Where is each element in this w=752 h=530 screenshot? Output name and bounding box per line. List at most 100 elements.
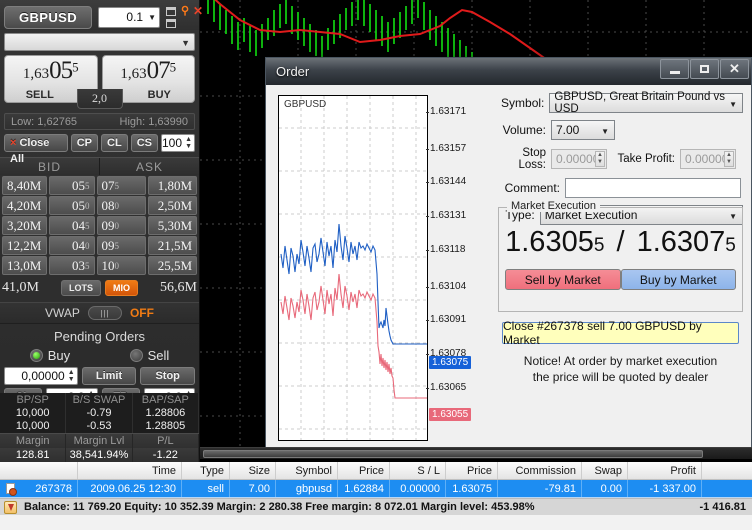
account-stats-footer: BP/SPB/S SWAPBAP/SAP 10,000-0.791.28806 … bbox=[0, 393, 199, 462]
bid-price[interactable]: 055 bbox=[49, 176, 94, 195]
cs-button[interactable]: CS bbox=[131, 134, 158, 152]
limit-button[interactable]: Limit bbox=[82, 367, 137, 385]
ask-price[interactable]: 080 bbox=[97, 196, 146, 215]
stat-header: BP/SP bbox=[0, 393, 66, 407]
column-header[interactable]: Time bbox=[78, 462, 182, 479]
ask-volume[interactable]: 1,80M bbox=[148, 176, 197, 195]
symbol-select[interactable]: GBPUSD, Great Britain Pound vs USD ▼ bbox=[549, 93, 743, 113]
window-icon-group: ⚲ ✕ bbox=[166, 6, 204, 29]
stepper-arrows-icon[interactable]: ▲▼ bbox=[185, 136, 192, 150]
lot-size-select[interactable]: 0.1 ▼ bbox=[98, 7, 160, 28]
ask-volume[interactable]: 21,5M bbox=[148, 236, 197, 255]
bid-volume[interactable]: 3,20M bbox=[2, 216, 47, 235]
sidebar-header: GBPUSD 0.1 ▼ ⚲ ✕ bbox=[0, 0, 199, 30]
scrollbar-thumb[interactable] bbox=[203, 450, 703, 458]
column-header[interactable]: Profit bbox=[628, 462, 702, 479]
column-header[interactable]: S / L bbox=[390, 462, 446, 479]
cascade-window-icon[interactable] bbox=[166, 19, 176, 28]
price-marker: 1.63075 bbox=[429, 356, 471, 369]
market-bid-main: 1.6305 bbox=[505, 226, 594, 258]
price-marker: 1.63055 bbox=[429, 408, 471, 421]
volume-select[interactable]: 7.00 ▼ bbox=[551, 120, 615, 140]
vwap-state: OFF bbox=[130, 306, 154, 320]
column-header[interactable] bbox=[0, 462, 78, 479]
column-header[interactable]: Price bbox=[446, 462, 498, 479]
instrument-dropdown[interactable]: ▼ bbox=[4, 33, 195, 51]
ask-price[interactable]: 090 bbox=[97, 216, 146, 235]
action-button-row: ×Close All CP CL CS 100 ▲▼ bbox=[4, 134, 195, 152]
bid-volume[interactable]: 12,2M bbox=[2, 236, 47, 255]
order-dialog-titlebar[interactable]: Order ✕ bbox=[266, 58, 751, 85]
volume-value: 7.00 bbox=[556, 123, 579, 137]
stop-button[interactable]: Stop bbox=[140, 367, 195, 385]
dom-row[interactable]: 3,20M0450905,30M bbox=[2, 216, 197, 235]
stepper-arrows-icon[interactable]: ▲▼ bbox=[68, 369, 75, 383]
column-header[interactable]: Symbol bbox=[276, 462, 338, 479]
stepper-arrows-icon[interactable]: ▲▼ bbox=[595, 151, 605, 167]
ask-price[interactable]: 095 bbox=[97, 236, 146, 255]
comment-field[interactable] bbox=[565, 178, 741, 198]
app-root: 3 Jan 2013 GBPUSD 0.1 ▼ ⚲ ✕ ▼ 1,63055 bbox=[0, 0, 752, 530]
axis-tick: 1.63065 bbox=[430, 382, 466, 393]
axis-tick: 1.63118 bbox=[430, 244, 465, 255]
column-header[interactable]: Commission bbox=[498, 462, 582, 479]
chevron-down-icon: ▼ bbox=[601, 127, 609, 136]
ask-price[interactable]: 100 bbox=[97, 256, 146, 275]
quantity-value: 100 bbox=[162, 136, 182, 150]
bid-volume[interactable]: 8,40M bbox=[2, 176, 47, 195]
ask-volume[interactable]: 2,50M bbox=[148, 196, 197, 215]
bid-price[interactable]: 035 bbox=[49, 256, 94, 275]
comment-row: Comment: bbox=[498, 178, 743, 198]
close-icon[interactable]: ✕ bbox=[192, 6, 204, 16]
column-header[interactable]: Price bbox=[338, 462, 390, 479]
terminal-header-row: TimeTypeSizeSymbolPriceS / LPriceCommiss… bbox=[0, 462, 752, 480]
column-header[interactable]: Type bbox=[182, 462, 230, 479]
column-header[interactable]: Swap bbox=[582, 462, 628, 479]
pin-icon[interactable]: ⚲ bbox=[179, 6, 191, 16]
pending-buy-radio[interactable]: Buy bbox=[30, 348, 70, 363]
quote-row: 1,63055 SELL 1,63075 BUY 2,0 bbox=[4, 55, 195, 103]
ask-price[interactable]: 075 bbox=[97, 176, 146, 195]
dom-row[interactable]: 13,0M03510025,5M bbox=[2, 256, 197, 275]
bid-price[interactable]: 045 bbox=[49, 216, 94, 235]
lots-toggle[interactable]: LOTS bbox=[61, 280, 101, 296]
dom-row[interactable]: 8,40M0550751,80M bbox=[2, 176, 197, 195]
bid-volume[interactable]: 13,0M bbox=[2, 256, 47, 275]
close-icon[interactable]: ✕ bbox=[720, 59, 749, 79]
dom-row[interactable]: 12,2M04009521,5M bbox=[2, 236, 197, 255]
table-cell: gbpusd bbox=[276, 480, 338, 497]
vwap-toggle[interactable]: ||| bbox=[88, 306, 122, 320]
sell-price-prefix: 1,63 bbox=[23, 66, 49, 82]
ask-volume[interactable]: 5,30M bbox=[148, 216, 197, 235]
terminal-panel: TimeTypeSizeSymbolPriceS / LPriceCommiss… bbox=[0, 462, 752, 530]
minimize-icon[interactable] bbox=[660, 59, 689, 79]
stepper-arrows-icon[interactable]: ▲▼ bbox=[724, 151, 734, 167]
column-header[interactable]: Size bbox=[230, 462, 276, 479]
table-row[interactable]: 2673782009.06.25 12:30sell7.00gbpusd1.62… bbox=[0, 480, 752, 498]
bid-volume[interactable]: 4,20M bbox=[2, 196, 47, 215]
close-all-button[interactable]: ×Close All bbox=[4, 134, 68, 152]
dom-row[interactable]: 4,20M0500802,50M bbox=[2, 196, 197, 215]
buy-by-market-button[interactable]: Buy by Market bbox=[621, 269, 737, 290]
cl-button[interactable]: CL bbox=[101, 134, 128, 152]
axis-tick: 1.63104 bbox=[430, 281, 466, 292]
take-profit-input[interactable]: 0.00000 ▲▼ bbox=[680, 149, 736, 169]
close-position-banner[interactable]: Close #267378 sell 7.00 GBPUSD by Market bbox=[502, 322, 739, 344]
quantity-stepper[interactable]: 100 ▲▼ bbox=[161, 134, 195, 152]
maximize-icon[interactable] bbox=[690, 59, 719, 79]
pending-sell-radio[interactable]: Sell bbox=[130, 348, 170, 363]
ask-volume[interactable]: 25,5M bbox=[148, 256, 197, 275]
cp-button[interactable]: CP bbox=[71, 134, 98, 152]
symbol-button[interactable]: GBPUSD bbox=[4, 6, 92, 29]
bid-price[interactable]: 050 bbox=[49, 196, 94, 215]
stop-loss-input[interactable]: 0.00000 ▲▼ bbox=[551, 149, 607, 169]
stats-row-1: 10,000-0.791.28806 bbox=[0, 407, 199, 420]
chevron-down-icon: ▼ bbox=[148, 13, 156, 22]
restore-window-icon[interactable] bbox=[166, 7, 176, 16]
notice-line-2: the price will be quoted by dealer bbox=[498, 369, 743, 385]
pending-price-input[interactable]: 0,00000 ▲▼ bbox=[4, 367, 78, 385]
bid-price[interactable]: 040 bbox=[49, 236, 94, 255]
sell-by-market-button[interactable]: Sell by Market bbox=[505, 269, 621, 290]
chart-horizontal-scrollbar[interactable] bbox=[200, 447, 752, 459]
mio-toggle[interactable]: MIO bbox=[105, 280, 138, 296]
